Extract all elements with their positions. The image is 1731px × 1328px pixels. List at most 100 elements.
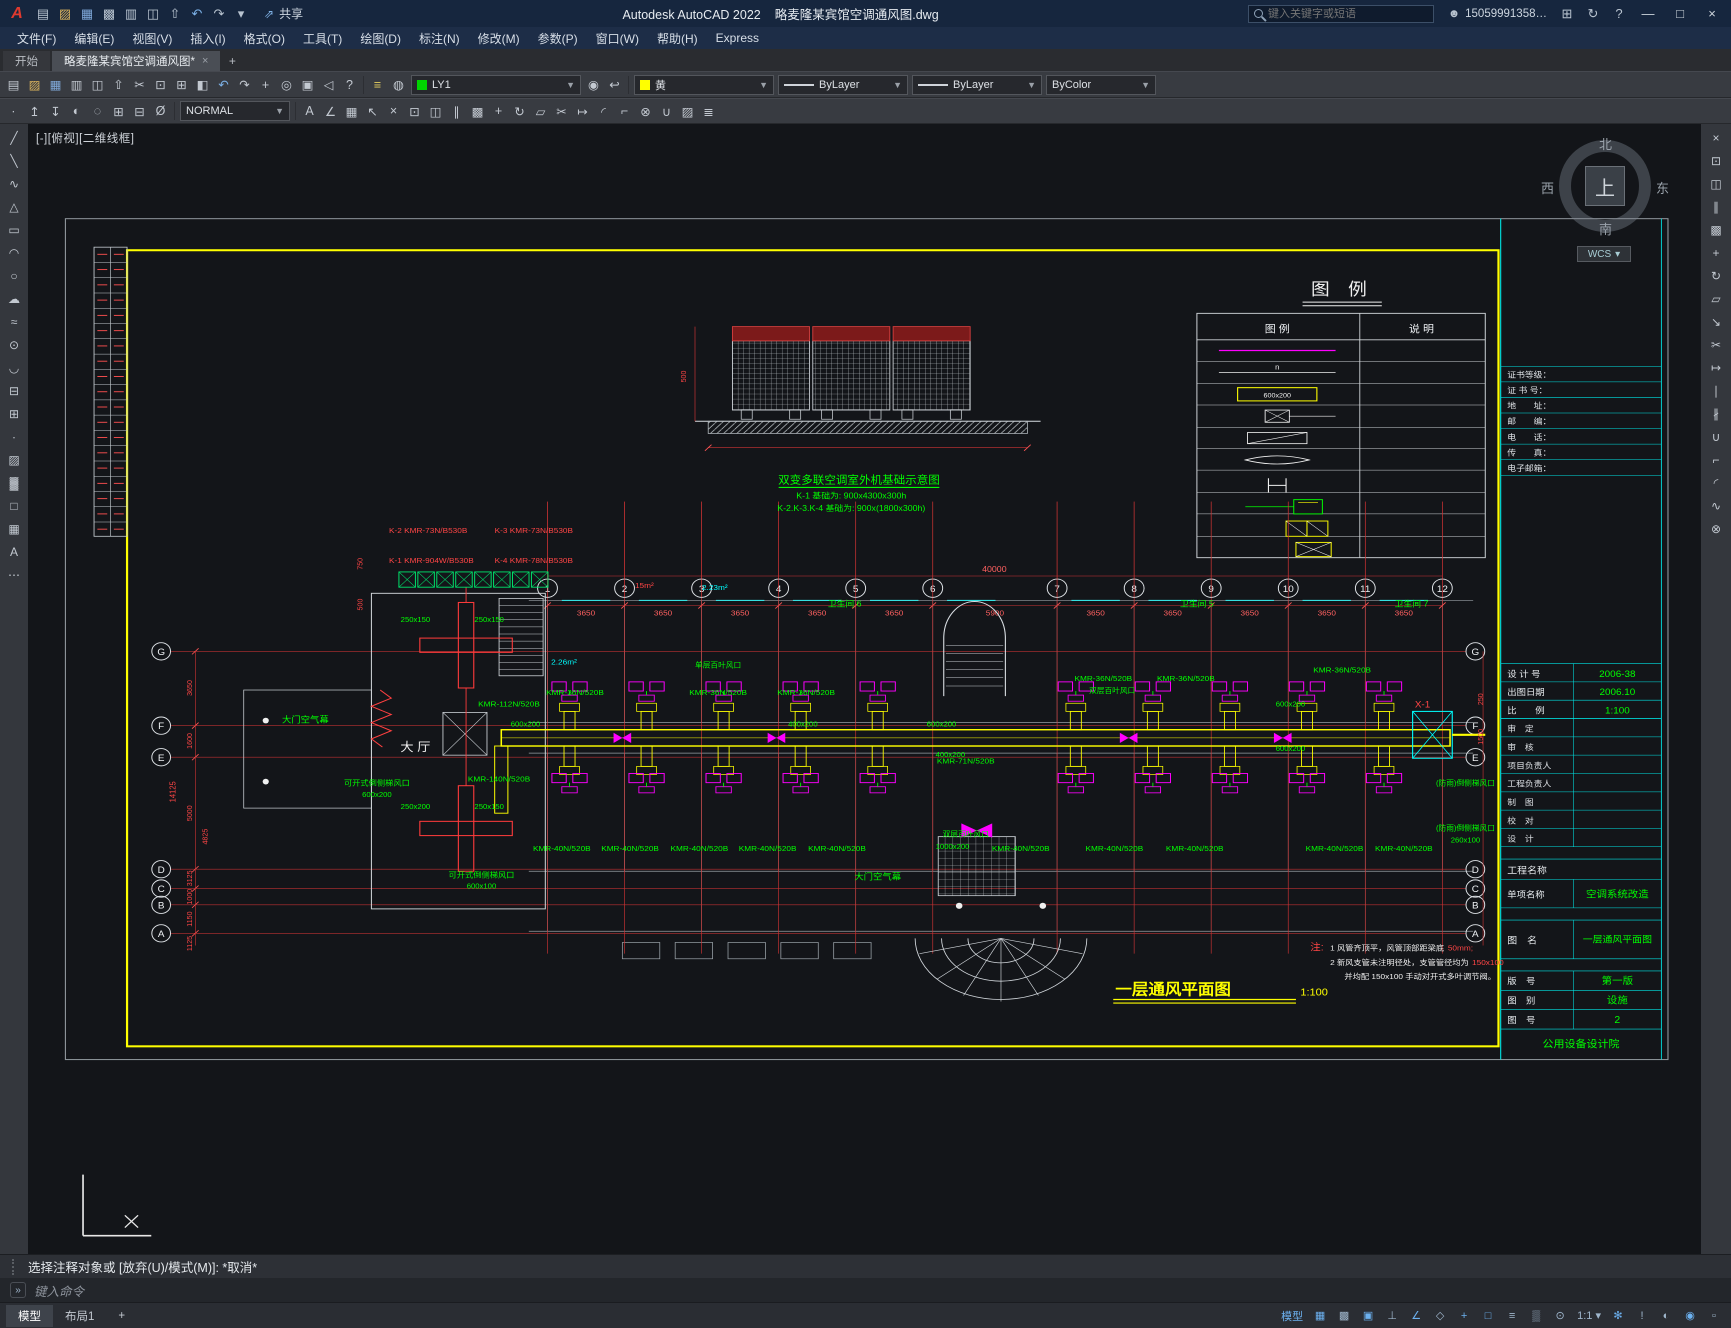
- fillet-icon[interactable]: ◜: [593, 101, 614, 122]
- trim-icon[interactable]: ✂: [1704, 333, 1728, 356]
- lineweight-icon[interactable]: ≡: [1501, 1306, 1523, 1326]
- explode-icon[interactable]: ⊗: [1704, 517, 1728, 540]
- wcs-menu[interactable]: WCS ▾: [1577, 246, 1631, 262]
- hatch-edit-icon[interactable]: ▨: [677, 101, 698, 122]
- move-icon[interactable]: +: [1704, 241, 1728, 264]
- zoom-window-icon[interactable]: ▣: [297, 74, 318, 95]
- ungroup-icon[interactable]: ⊟: [129, 101, 150, 122]
- rectangle-icon[interactable]: ▭: [2, 218, 26, 241]
- dim-style-icon[interactable]: ∠: [320, 101, 341, 122]
- ellipse-arc-icon[interactable]: ◡: [2, 356, 26, 379]
- new-layout-tab[interactable]: +: [106, 1307, 137, 1325]
- minimize-button[interactable]: —: [1633, 2, 1663, 25]
- cut-icon[interactable]: ✂: [129, 74, 150, 95]
- menu-item[interactable]: 编辑(E): [65, 27, 123, 49]
- layout1-tab[interactable]: 布局1: [53, 1305, 106, 1327]
- group-icon[interactable]: ⊞: [108, 101, 129, 122]
- plot-icon[interactable]: ▥: [120, 4, 142, 24]
- menu-item[interactable]: 工具(T): [294, 27, 351, 49]
- redo-icon[interactable]: ↷: [208, 4, 230, 24]
- pan-icon[interactable]: +: [255, 74, 276, 95]
- undo-icon[interactable]: ↶: [213, 74, 234, 95]
- snap-mode-icon[interactable]: ▩: [1333, 1306, 1355, 1326]
- graphics-performance-icon[interactable]: ◉: [1679, 1306, 1701, 1326]
- search-input[interactable]: [1268, 7, 1429, 20]
- menu-item[interactable]: 修改(M): [469, 27, 529, 49]
- workspace-gear-icon[interactable]: ✻: [1607, 1306, 1629, 1326]
- plotstyle-dropdown[interactable]: ByColor ▼: [1046, 74, 1156, 95]
- extend-icon[interactable]: ↦: [1704, 356, 1728, 379]
- trim-icon[interactable]: ✂: [551, 101, 572, 122]
- more-tools-icon[interactable]: ⋯: [2, 563, 26, 586]
- linetype-dropdown[interactable]: ByLayer ▼: [778, 74, 908, 95]
- close-button[interactable]: ×: [1697, 2, 1727, 25]
- layer-dropdown[interactable]: LY1 ▼: [411, 74, 581, 95]
- mleader-style-icon[interactable]: ↖: [362, 101, 383, 122]
- autocad-logo[interactable]: A: [4, 3, 30, 25]
- autodesk-account-icon[interactable]: ↻: [1581, 4, 1605, 24]
- mirror-icon[interactable]: ◫: [425, 101, 446, 122]
- revision-cloud-icon[interactable]: ☁: [2, 287, 26, 310]
- point-icon[interactable]: ∙: [2, 425, 26, 448]
- chamfer-icon[interactable]: ⌐: [1704, 448, 1728, 471]
- explode-icon[interactable]: ⊗: [635, 101, 656, 122]
- gradient-icon[interactable]: ▓: [2, 471, 26, 494]
- command-input-line[interactable]: » 键入命令: [0, 1278, 1731, 1302]
- menu-item[interactable]: Express: [707, 27, 768, 49]
- compass-north-label[interactable]: 北: [1599, 134, 1612, 153]
- annotation-scale-label[interactable]: 1:1 ▾: [1573, 1306, 1605, 1326]
- compass-east-label[interactable]: 东: [1656, 178, 1669, 197]
- break-at-point-icon[interactable]: ∣: [1704, 379, 1728, 402]
- app-store-cart-icon[interactable]: ⊞: [1555, 4, 1579, 24]
- measure-icon[interactable]: Ø: [150, 101, 171, 122]
- save-icon[interactable]: ▦: [45, 74, 66, 95]
- osnap-tracking-icon[interactable]: +: [1453, 1306, 1475, 1326]
- text-style-icon[interactable]: A: [299, 101, 320, 122]
- draw-order-front-icon[interactable]: ↥: [24, 101, 45, 122]
- plot-preview-icon[interactable]: ◫: [142, 4, 164, 24]
- model-space-button[interactable]: 模型: [1277, 1306, 1307, 1326]
- offset-icon[interactable]: ∥: [1704, 195, 1728, 218]
- mirror-icon[interactable]: ◫: [1704, 172, 1728, 195]
- properties-icon[interactable]: ≣: [698, 101, 719, 122]
- polygon-icon[interactable]: △: [2, 195, 26, 218]
- isodraft-icon[interactable]: ◇: [1429, 1306, 1451, 1326]
- insert-block-icon[interactable]: ⊟: [2, 379, 26, 402]
- menu-item[interactable]: 标注(N): [410, 27, 469, 49]
- line-icon[interactable]: ╱: [2, 126, 26, 149]
- construction-line-icon[interactable]: ╲: [2, 149, 26, 172]
- menu-item[interactable]: 文件(F): [8, 27, 65, 49]
- spline-icon[interactable]: ≈: [2, 310, 26, 333]
- ellipse-icon[interactable]: ⊙: [2, 333, 26, 356]
- point-style-icon[interactable]: ∙: [3, 101, 24, 122]
- match-properties-icon[interactable]: ◧: [192, 74, 213, 95]
- scale-icon[interactable]: ▱: [530, 101, 551, 122]
- move-icon[interactable]: +: [488, 101, 509, 122]
- menu-item[interactable]: 插入(I): [181, 27, 234, 49]
- copy-icon[interactable]: ⊡: [404, 101, 425, 122]
- extend-icon[interactable]: ↦: [572, 101, 593, 122]
- save-as-icon[interactable]: ▩: [98, 4, 120, 24]
- arc-icon[interactable]: ◠: [2, 241, 26, 264]
- close-tab-icon[interactable]: ×: [202, 55, 208, 67]
- selection-cycling-icon[interactable]: ⊙: [1549, 1306, 1571, 1326]
- fillet-icon[interactable]: ◜: [1704, 471, 1728, 494]
- grid-display-icon[interactable]: ▦: [1309, 1306, 1331, 1326]
- table-icon[interactable]: ▦: [2, 517, 26, 540]
- scale-icon[interactable]: ▱: [1704, 287, 1728, 310]
- search-field[interactable]: [1248, 4, 1435, 23]
- view-cube[interactable]: 北 南 西 东 上: [1541, 137, 1669, 237]
- dynamic-input-icon[interactable]: ▣: [1357, 1306, 1379, 1326]
- stretch-icon[interactable]: ↘: [1704, 310, 1728, 333]
- text-style-dropdown[interactable]: NORMAL ▼: [180, 101, 290, 121]
- create-block-icon[interactable]: ⊞: [2, 402, 26, 425]
- menu-item[interactable]: 绘图(D): [351, 27, 410, 49]
- qat-dropdown-icon[interactable]: ▾: [230, 4, 252, 24]
- command-window-grip[interactable]: [12, 1258, 18, 1275]
- redo-icon[interactable]: ↷: [234, 74, 255, 95]
- make-current-layer-icon[interactable]: ◉: [583, 74, 604, 95]
- menu-item[interactable]: 帮助(H): [648, 27, 707, 49]
- hatch-icon[interactable]: ▨: [2, 448, 26, 471]
- help-icon[interactable]: ?: [339, 74, 360, 95]
- plot-icon[interactable]: ▥: [66, 74, 87, 95]
